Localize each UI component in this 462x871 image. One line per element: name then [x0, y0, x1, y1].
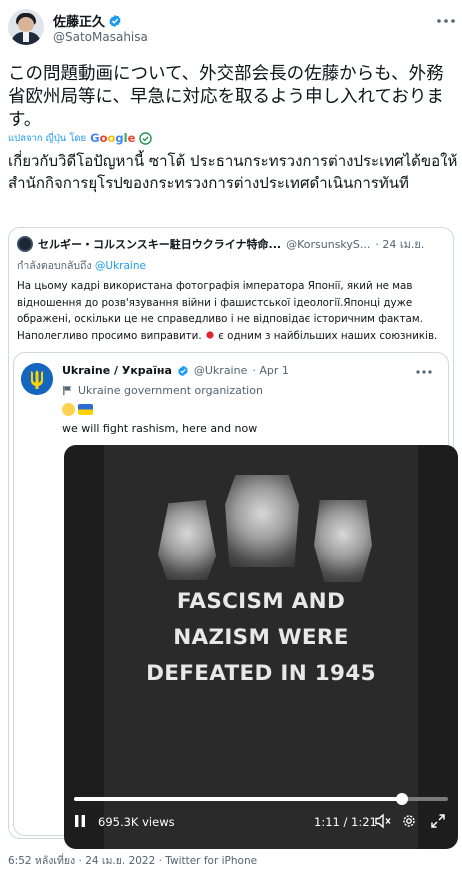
quoted-author-name[interactable]: セルギー・コルスンスキー駐日ウクライナ特命...: [38, 236, 281, 252]
video-view-count: 695.3K views: [98, 815, 175, 829]
quoted-author-handle[interactable]: @KorsunskyS...: [286, 238, 370, 251]
more-icon[interactable]: [435, 14, 457, 28]
replying-to-mention[interactable]: @Ukraine: [95, 260, 146, 272]
fullscreen-icon[interactable]: [430, 813, 446, 829]
more-icon[interactable]: [415, 367, 433, 377]
quoted-date: · 24 เม.ย.: [375, 238, 425, 251]
embedded-author-handle[interactable]: @Ukraine: [194, 364, 247, 377]
embedded-author-name[interactable]: Ukraine / Україна: [62, 364, 172, 377]
google-check-icon: [139, 131, 153, 145]
video-caption-line: FASCISM AND: [176, 589, 346, 614]
salute-emoji-icon: [62, 403, 75, 416]
verified-badge-icon: [109, 14, 121, 27]
embedded-date: · Apr 1: [252, 364, 289, 377]
japan-flag-icon: [206, 330, 214, 339]
quoted-text-after-flag: є одним з найбільших наших союзників.: [218, 329, 438, 342]
portrait-left: [158, 500, 216, 580]
mute-icon[interactable]: [374, 813, 392, 829]
quoted-author-avatar[interactable]: [17, 236, 33, 252]
government-label-text: Ukraine government organization: [78, 384, 263, 397]
video-player[interactable]: FASCISM AND NAZISM WERE DEFEATED IN 1945…: [64, 445, 458, 849]
video-caption-line: DEFEATED IN 1945: [146, 661, 376, 686]
video-controls: 695.3K views 1:11 / 1:21: [64, 809, 458, 835]
video-caption-line: NAZISM WERE: [173, 625, 349, 650]
tweet-text-translated: เกี่ยวกับวิดีโอปัญหานี้ ซาโต้ ประธานกระท…: [8, 152, 458, 192]
video-progress-bar[interactable]: [74, 793, 448, 805]
replying-to: กำลังตอบกลับถึง @Ukraine: [17, 257, 146, 274]
author-display-name[interactable]: 佐藤正久: [53, 11, 105, 30]
quoted-text-line: відношення до розв'язування війни і фаши…: [17, 296, 413, 309]
author-name-row[interactable]: 佐藤正久: [53, 11, 122, 30]
quoted-text-line: На цьому кадрі використана фотографія ім…: [17, 280, 413, 292]
gov-flag-icon: [63, 385, 72, 396]
embedded-tweet-text: we will fight rashism, here and now: [62, 422, 258, 435]
verified-badge-icon: [178, 365, 188, 376]
video-time: 1:11 / 1:21: [314, 815, 377, 829]
tweet-header: 佐藤正久 @SatoMasahisa: [0, 0, 462, 56]
government-label[interactable]: Ukraine government organization: [62, 384, 263, 397]
emoji-row: [62, 403, 93, 416]
tweet-timestamp[interactable]: 6:52 หลังเที่ยง · 24 เม.ย. 2022 · Twitte…: [8, 852, 257, 869]
quoted-tweet-header: セルギー・コルスンスキー駐日ウクライナ特命... @KorsunskyS... …: [17, 235, 447, 253]
quoted-text-line-last: Наполегливо просимо виправити. є одним з…: [17, 328, 453, 345]
author-handle[interactable]: @SatoMasahisa: [53, 30, 148, 44]
author-avatar[interactable]: [8, 9, 44, 45]
translation-attribution[interactable]: แปลจาก ญี่ปุ่น โดย Google: [8, 130, 153, 146]
portrait-center: [225, 475, 299, 567]
embedded-tweet[interactable]: Ukraine / Україна @Ukraine · Apr 1 Ukrai…: [13, 352, 458, 849]
ukraine-trident-icon[interactable]: [21, 363, 53, 395]
settings-icon[interactable]: [401, 813, 417, 829]
embedded-author-row: Ukraine / Україна @Ukraine · Apr 1: [62, 364, 289, 377]
quoted-tweet-text: На цьому кадрі використана фотографія ім…: [17, 278, 453, 344]
portrait-right: [314, 500, 372, 582]
ukraine-flag-icon: [78, 404, 93, 415]
video-scrubber-handle[interactable]: [395, 793, 408, 805]
pause-icon[interactable]: [74, 814, 86, 828]
quoted-text-line: ображені, оскільки це не справедливо і н…: [17, 313, 423, 325]
quoted-tweet[interactable]: セルギー・コルスンスキー駐日ウクライナ特命... @KorsunskyS... …: [8, 227, 458, 849]
tweet-text-original: この問題動画について、外交部会長の佐藤からも、外務省欧州局等に、早急に対応を取る…: [8, 64, 444, 130]
video-progress-fill: [74, 797, 402, 801]
replying-to-label: กำลังตอบกลับถึง: [17, 260, 92, 272]
quoted-text-before-flag: Наполегливо просимо виправити.: [17, 329, 202, 342]
translate-label: แปลจาก ญี่ปุ่น โดย: [8, 132, 87, 144]
google-logo: Google: [90, 131, 136, 145]
